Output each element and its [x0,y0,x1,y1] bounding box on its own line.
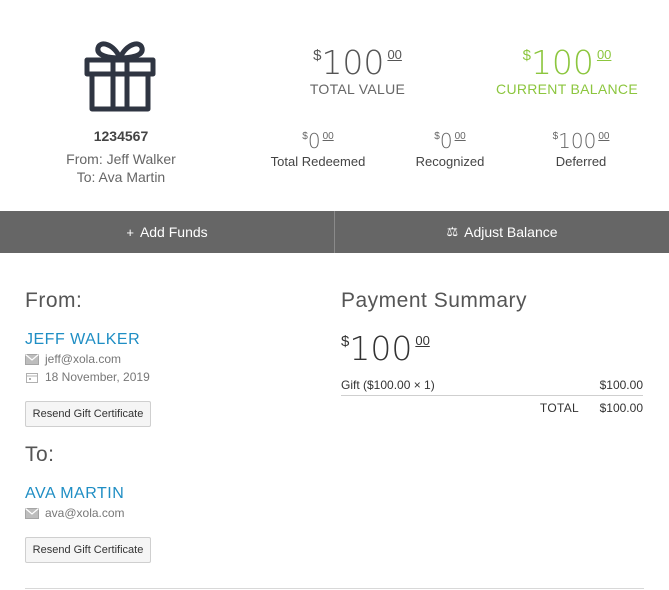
envelope-icon [25,507,39,519]
line-item-description: Gift ($100.00 × 1) [341,378,435,392]
amount-whole: 100 [349,329,413,368]
from-section-title: From: [25,289,83,312]
recognized-amount: $ 0 00 [434,131,465,151]
gift-icon [84,41,156,112]
to-section-title: To: [25,443,55,466]
deferred-label: Deferred [555,154,607,169]
payment-summary-total: $ 100 00 [341,332,430,365]
current-balance-label: CURRENT BALANCE [496,81,638,97]
adjust-balance-label: Adjust Balance [464,224,558,240]
certificate-from: From: Jeff Walker [66,151,176,167]
current-balance-stat: $ 100 00 CURRENT BALANCE [496,46,638,97]
resend-gift-certificate-button-to[interactable]: Resend Gift Certificate [25,537,151,563]
amount-whole: 0 [307,129,321,153]
certificate-id: 1234567 [93,128,149,144]
gift-certificate-summary: 1234567 From: Jeff Walker To: Ava Martin… [0,0,669,211]
to-email: ava@xola.com [25,506,125,520]
envelope-icon [25,353,39,365]
total-redeemed-amount: $ 0 00 [302,131,333,151]
resend-gift-certificate-button-from[interactable]: Resend Gift Certificate [25,401,151,427]
amount-whole: 100 [530,43,594,82]
scale-icon: ⚖ [446,224,459,239]
line-item-row: Gift ($100.00 × 1) $100.00 [341,378,643,396]
action-bar: + Add Funds ⚖ Adjust Balance [0,211,669,253]
amount-whole: 0 [439,129,453,153]
from-date-text: 18 November, 2019 [45,370,150,384]
plus-icon: + [126,224,134,240]
from-date: 18 November, 2019 [25,370,150,384]
add-funds-label: Add Funds [139,224,208,240]
amount-cents: 00 [322,131,334,142]
total-amount: $100.00 [599,401,643,415]
total-redeemed-stat: $ 0 00 Total Redeemed [262,126,374,169]
total-value-amount: $ 100 00 [313,46,402,79]
add-funds-button[interactable]: + Add Funds [0,211,334,253]
adjust-balance-button[interactable]: ⚖ Adjust Balance [334,211,669,253]
amount-cents: 00 [415,333,430,348]
amount-whole: 100 [321,43,385,82]
currency-symbol: $ [313,47,322,64]
total-label: TOTAL [539,401,579,415]
amount-cents: 00 [596,47,612,62]
deferred-stat: $ 100 00 Deferred [531,126,631,169]
calendar-icon [26,372,38,383]
amount-whole: 100 [558,129,597,153]
from-email: jeff@xola.com [25,352,121,366]
amount-cents: 00 [598,131,610,142]
to-name-link[interactable]: AVA MARTIN [25,485,124,503]
payment-summary-title: Payment Summary [341,289,528,312]
amount-cents: 00 [454,131,466,142]
total-redeemed-label: Total Redeemed [270,154,366,169]
recognized-stat: $ 0 00 Recognized [400,126,500,169]
current-balance-amount: $ 100 00 [523,46,612,79]
to-email-text: ava@xola.com [45,506,125,520]
line-item-amount: $100.00 [599,378,643,392]
from-email-text: jeff@xola.com [45,352,121,366]
deferred-amount: $ 100 00 [553,131,610,151]
from-name-link[interactable]: JEFF WALKER [25,331,140,349]
currency-symbol: $ [341,333,350,350]
total-value-stat: $ 100 00 TOTAL VALUE [290,46,425,97]
total-value-label: TOTAL VALUE [309,81,406,97]
recognized-label: Recognized [415,154,485,169]
currency-symbol: $ [522,47,531,64]
divider [25,588,644,589]
amount-cents: 00 [387,47,402,62]
payment-total-amount: $ 100 00 [341,332,430,365]
certificate-to: To: Ava Martin [76,169,166,185]
